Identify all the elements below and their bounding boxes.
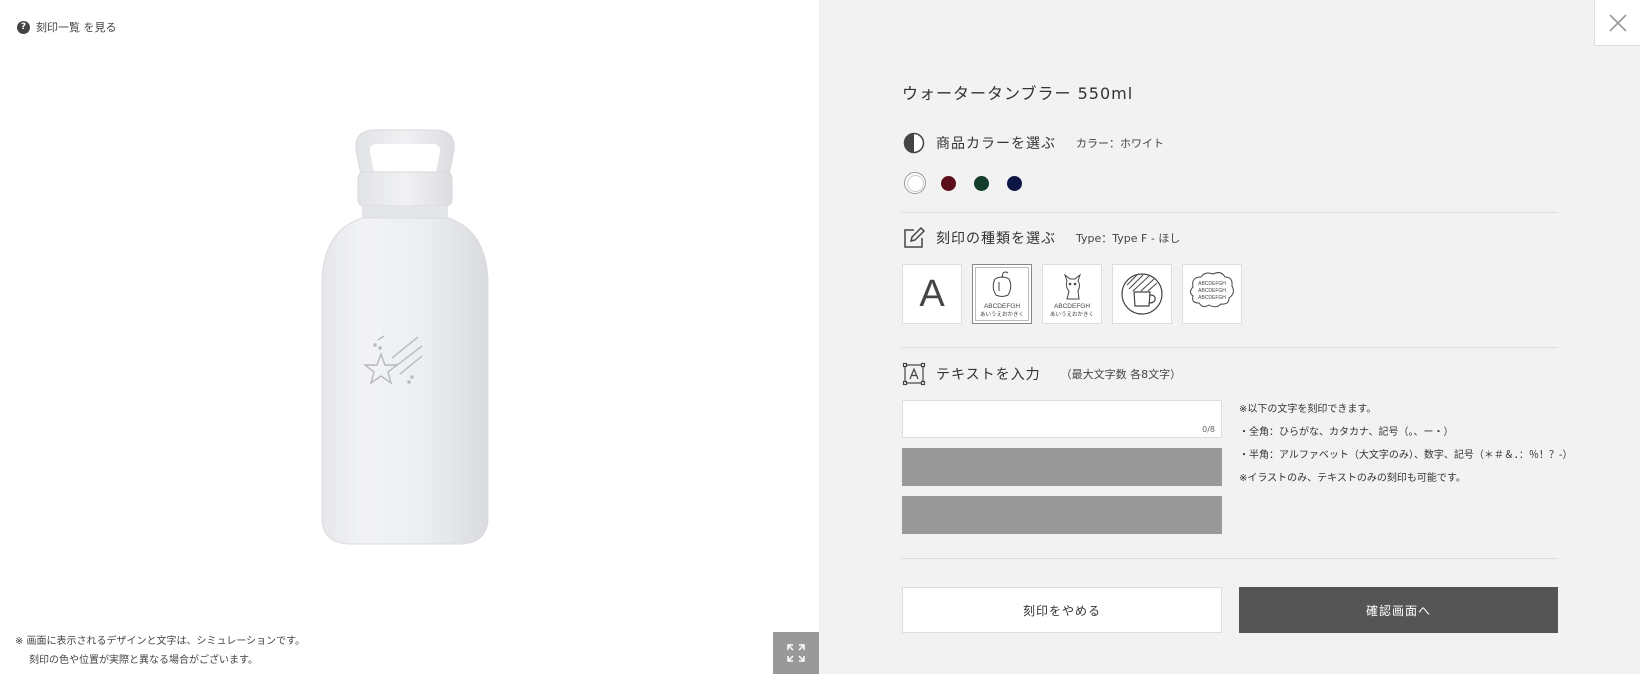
type-card-dog[interactable]: ABCDEFGH あいうえおかきく (1042, 264, 1102, 324)
type-card-apple[interactable]: ABCDEFGH あいうえおかきく (972, 264, 1032, 324)
note-line: ※イラストのみ、テキストのみの刻印も可能です。 (1239, 473, 1466, 484)
current-type: Type：Type F - ほし (1076, 232, 1181, 245)
close-button[interactable] (1594, 0, 1640, 46)
svg-text:ABCDEFGH: ABCDEFGH (1198, 281, 1226, 287)
apple-illustration-icon: ABCDEFGH あいうえおかきく (980, 271, 1024, 318)
expand-icon (787, 644, 805, 662)
engraving-types: A ABCDEFGH あいうえおかきく ABCDEFGH あいうえおかきく AB… (902, 264, 1242, 324)
question-icon: ? (17, 20, 30, 34)
type-card-cup[interactable] (1112, 264, 1172, 324)
note-line: ※以下の文字を刻印できます。 (1239, 404, 1377, 415)
divider (902, 347, 1558, 348)
note-line: ・全角：ひらがな、カタカナ、記号（。、ー・） (1239, 427, 1454, 438)
text-section-limit: （最大文字数 各8文字） (1060, 368, 1182, 381)
svg-text:あいうえおかきく: あいうえおかきく (980, 311, 1024, 318)
svg-text:ABCDEFGH: ABCDEFGH (1198, 288, 1226, 294)
swatch-white[interactable] (904, 172, 926, 194)
engraving-list-label: 刻印一覧 を見る (36, 21, 117, 34)
pencil-square-icon (902, 226, 926, 250)
note-line: ・半角：アルファベット（大文字のみ）、数字、記号（＊＃＆．：％！？-） (1239, 450, 1573, 461)
type-card-cloud[interactable]: ABCDEFGH ABCDEFGH ABCDEFGH (1182, 264, 1242, 324)
type-section-label: 刻印の種類を選ぶ (936, 231, 1056, 247)
dog-illustration-icon: ABCDEFGH あいうえおかきく (1050, 273, 1094, 318)
simulation-note: ※ 画面に表示されるデザインと文字は、シミュレーションです。 刻印の色や位置が実… (15, 632, 305, 670)
svg-text:あいうえおかきく: あいうえおかきく (1050, 311, 1094, 318)
half-circle-icon (902, 131, 926, 155)
expand-button[interactable] (773, 632, 819, 674)
current-color: カラー：ホワイト (1076, 137, 1164, 150)
swatch-green[interactable] (970, 172, 992, 194)
preview-pane: ? 刻印一覧 を見る ※ 画面に表示されるデザインと文字は、シミュレーションです… (0, 0, 819, 674)
type-section-header: 刻印の種類を選ぶ Type：Type F - ほし (902, 226, 1180, 250)
engraving-list-link[interactable]: ? 刻印一覧 を見る (17, 19, 117, 35)
bottle-preview (300, 120, 520, 560)
type-text-glyph: A (919, 272, 945, 315)
color-section-label: 商品カラーを選ぶ (936, 136, 1056, 152)
color-swatches (904, 172, 1025, 194)
text-input-line3-disabled (902, 496, 1222, 534)
options-pane: ウォータータンブラー 550ml 商品カラーを選ぶ カラー：ホワイト 刻印の種類… (819, 0, 1640, 674)
type-card-text[interactable]: A (902, 264, 962, 324)
char-counter: 0/8 (1202, 425, 1215, 434)
text-notes: ※以下の文字を刻印できます。 ・全角：ひらがな、カタカナ、記号（。、ー・） ・半… (1239, 400, 1573, 492)
color-section-header: 商品カラーを選ぶ カラー：ホワイト (902, 131, 1164, 155)
simulation-note-line2: 刻印の色や位置が実際と異なる場合がございます。 (29, 655, 258, 666)
product-title: ウォータータンブラー 550ml (902, 84, 1134, 103)
cup-illustration-icon (1121, 273, 1163, 315)
text-section-label: テキストを入力 (936, 367, 1041, 383)
close-icon (1608, 13, 1627, 32)
svg-text:ABCDEFGH: ABCDEFGH (1054, 303, 1090, 310)
divider (902, 212, 1558, 213)
text-input-line2-disabled (902, 448, 1222, 486)
text-box-icon (902, 362, 926, 386)
swatch-burgundy[interactable] (937, 172, 959, 194)
simulation-note-line1: ※ 画面に表示されるデザインと文字は、シミュレーションです。 (15, 636, 306, 647)
svg-text:ABCDEFGH: ABCDEFGH (1198, 295, 1226, 301)
divider (902, 558, 1558, 559)
text-section-header: テキストを入力 （最大文字数 各8文字） (902, 362, 1181, 386)
cancel-engraving-button[interactable]: 刻印をやめる (902, 587, 1222, 633)
confirm-button[interactable]: 確認画面へ (1239, 587, 1558, 633)
svg-text:ABCDEFGH: ABCDEFGH (984, 303, 1020, 310)
text-input-line1[interactable]: 0/8 (902, 400, 1222, 438)
swatch-navy[interactable] (1003, 172, 1025, 194)
cloud-illustration-icon: ABCDEFGH ABCDEFGH ABCDEFGH (1190, 272, 1234, 308)
